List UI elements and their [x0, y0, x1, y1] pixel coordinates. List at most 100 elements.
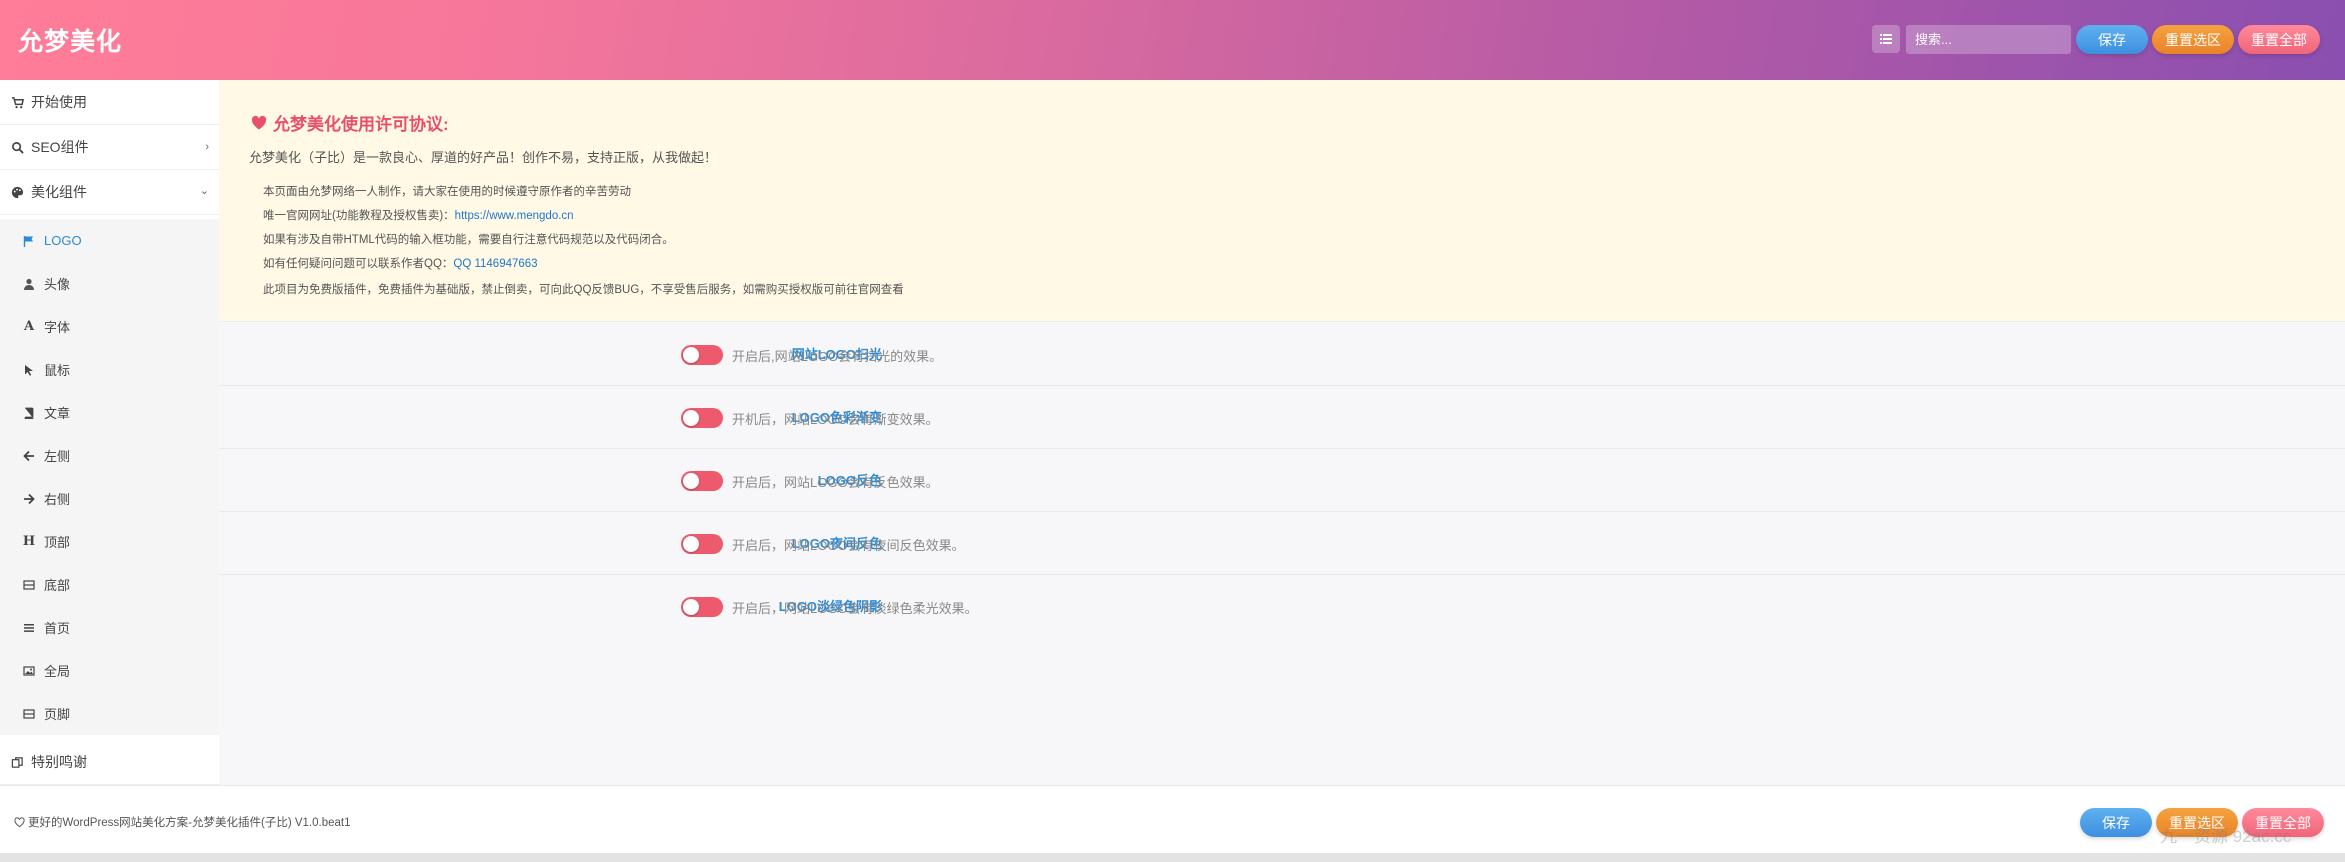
sidebar-item-label: 特别鸣谢	[31, 754, 87, 770]
search-input[interactable]	[1906, 25, 2071, 54]
image-icon	[22, 664, 36, 678]
sidebar-subitem-global[interactable]: 全局	[0, 649, 219, 692]
palette-icon	[10, 185, 24, 199]
option-description: 开机后，网站LOGO会有渐变效果。	[732, 412, 939, 427]
sidebar-subitem-top[interactable]: H 顶部	[0, 520, 219, 563]
arrow-left-icon	[22, 449, 36, 463]
option-row: LOGO夜间反色 开启后，网站LOGO会有夜间反色效果。	[219, 512, 2345, 575]
save-button[interactable]: 保存	[2076, 25, 2148, 54]
notice-line: 本页面由允梦网络一人制作，请大家在使用的时候遵守原作者的辛苦劳动	[263, 186, 631, 198]
notice-line: 如果有涉及自带HTML代码的输入框功能，需要自行注意代码规范以及代码闭合。	[263, 234, 674, 246]
sidebar-subitem-font[interactable]: A 字体	[0, 305, 219, 348]
notice-title-text: 允梦美化使用许可协议:	[273, 115, 449, 134]
option-description: 开启后，网站LOGO会有反色效果。	[732, 475, 939, 490]
cursor-icon	[22, 363, 36, 377]
sidebar-subitem-bottom[interactable]: 底部	[0, 563, 219, 606]
option-toggle[interactable]	[681, 534, 723, 554]
sidebar-subitem-left[interactable]: 左侧	[0, 434, 219, 477]
header-icon: H	[22, 534, 36, 549]
footer-bar: 更好的WordPress网站美化方案-允梦美化插件(子比) V1.0.beat1…	[0, 785, 2345, 853]
user-icon	[22, 277, 36, 291]
chevron-down-icon: ⌄	[199, 185, 209, 197]
sidebar-item-label: 开始使用	[31, 94, 87, 110]
toggle-knob	[683, 410, 699, 426]
sidebar-subitem-avatar[interactable]: 头像	[0, 262, 219, 305]
top-header: ​ 允梦美化 保存 重置选区 重置全部	[0, 0, 2345, 80]
toggle-knob	[683, 347, 699, 363]
search-icon	[10, 140, 24, 154]
sidebar-item-label: SEO组件	[31, 139, 89, 155]
license-notice: 允梦美化使用许可协议: 允梦美化（子比）是一款良心、厚道的好产品！创作不易，支持…	[219, 80, 2345, 322]
sidebar-subitem-cursor[interactable]: 鼠标	[0, 348, 219, 391]
toggle-knob	[683, 599, 699, 615]
sidebar-subitem-label: 全局	[44, 664, 71, 679]
arrow-right-icon	[22, 492, 36, 506]
main-content: 允梦美化使用许可协议: 允梦美化（子比）是一款良心、厚道的好产品！创作不易，支持…	[219, 80, 2345, 785]
sidebar-item-seo[interactable]: SEO组件 ›	[0, 125, 219, 170]
list-icon	[1880, 34, 1892, 44]
official-site-link[interactable]: https://www.mengdo.cn	[455, 210, 574, 222]
site-watermark: 九一资源 92ac.cc	[2160, 827, 2292, 846]
font-icon: A	[23, 319, 35, 334]
sidebar-item-beautify[interactable]: 美化组件 ⌄	[0, 170, 219, 215]
option-description: 开启后，网站LOGO会有淡绿色柔光效果。	[732, 601, 978, 616]
notice-line-text: 唯一官网网址(功能教程及授权售卖)：	[263, 210, 455, 222]
cart-icon	[10, 95, 24, 109]
book-icon	[22, 406, 36, 420]
notice-line: 此项目为免费版插件，免费插件为基础版，禁止倒卖，可向此QQ反馈BUG，不享受售后…	[263, 284, 904, 296]
notice-intro: 允梦美化（子比）是一款良心、厚道的好产品！创作不易，支持正版，从我做起！	[249, 150, 718, 165]
option-description: 开启后，网站LOGO会有夜间反色效果。	[732, 538, 965, 553]
sidebar-item-getting-started[interactable]: 开始使用	[0, 80, 219, 125]
heart-icon	[251, 115, 267, 129]
brand-title: 允梦美化	[18, 28, 123, 56]
option-row: LOGO淡绿色阴影 开启后，网站LOGO会有淡绿色柔光效果。	[219, 575, 2345, 638]
window-icon	[22, 578, 36, 592]
sidebar-item-label: 美化组件	[31, 184, 87, 200]
sidebar-subitem-label: 顶部	[44, 535, 71, 550]
reset-section-button[interactable]: 重置选区	[2152, 25, 2234, 54]
sidebar-subitem-home[interactable]: 首页	[0, 606, 219, 649]
expand-all-button[interactable]	[1872, 25, 1900, 53]
notice-line: 唯一官网网址(功能教程及授权售卖)：https://www.mengdo.cn	[263, 207, 574, 223]
sidebar-subitem-right[interactable]: 右侧	[0, 477, 219, 520]
list-icon	[22, 621, 36, 635]
sidebar-subitem-label: 首页	[44, 621, 71, 636]
sidebar-subitem-label: 底部	[44, 578, 71, 593]
notice-title: 允梦美化使用许可协议:	[251, 110, 449, 135]
sidebar-subitem-footer[interactable]: 页脚	[0, 692, 219, 735]
notice-line: 如有任何疑问问题可以联系作者QQ：QQ 1146947663	[263, 255, 538, 271]
copy-icon	[10, 755, 24, 769]
heart-outline-icon	[14, 816, 25, 827]
option-description: 开启后,网站LOGO会有扫光的效果。	[732, 349, 943, 364]
option-toggle[interactable]	[681, 597, 723, 617]
option-row: 网站LOGO扫光 开启后,网站LOGO会有扫光的效果。	[219, 323, 2345, 386]
sidebar-subitem-article[interactable]: 文章	[0, 391, 219, 434]
footer-save-button[interactable]: 保存	[2080, 808, 2152, 837]
option-toggle[interactable]	[681, 345, 723, 365]
option-toggle[interactable]	[681, 408, 723, 428]
sidebar: 开始使用 SEO组件 › 美化组件 ⌄ LOGO 头像 A 字体 鼠标 文章 左…	[0, 80, 219, 785]
toggle-knob	[683, 536, 699, 552]
qq-contact-link[interactable]: QQ 1146947663	[453, 258, 537, 270]
notice-line-text: 如有任何疑问问题可以联系作者QQ：	[263, 258, 454, 270]
option-row: LOGO色彩渐变 开机后，网站LOGO会有渐变效果。	[219, 386, 2345, 449]
chevron-right-icon: ›	[205, 141, 209, 153]
flag-icon	[22, 234, 36, 248]
bottom-strip	[0, 853, 2345, 862]
sidebar-subitem-label: 右侧	[44, 492, 71, 507]
option-row: LOGO反色 开启后，网站LOGO会有反色效果。	[219, 449, 2345, 512]
toggle-knob	[683, 473, 699, 489]
footer-text: 更好的WordPress网站美化方案-允梦美化插件(子比) V1.0.beat1	[14, 814, 350, 830]
sidebar-item-thanks[interactable]: 特别鸣谢	[0, 740, 219, 785]
reset-all-button[interactable]: 重置全部	[2238, 25, 2320, 54]
sidebar-subitem-label: 文章	[44, 406, 71, 421]
sidebar-subitem-label: 页脚	[44, 707, 71, 722]
option-toggle[interactable]	[681, 471, 723, 491]
sidebar-subitem-label: LOGO	[44, 233, 82, 248]
sidebar-subitem-label: 左侧	[44, 449, 71, 464]
sidebar-subitem-logo[interactable]: LOGO	[0, 219, 219, 262]
sidebar-subitem-label: 头像	[44, 277, 71, 292]
sidebar-subitem-label: 字体	[44, 320, 71, 335]
footer-text-label: 更好的WordPress网站美化方案-允梦美化插件(子比) V1.0.beat1	[28, 817, 351, 829]
window-icon	[22, 707, 36, 721]
